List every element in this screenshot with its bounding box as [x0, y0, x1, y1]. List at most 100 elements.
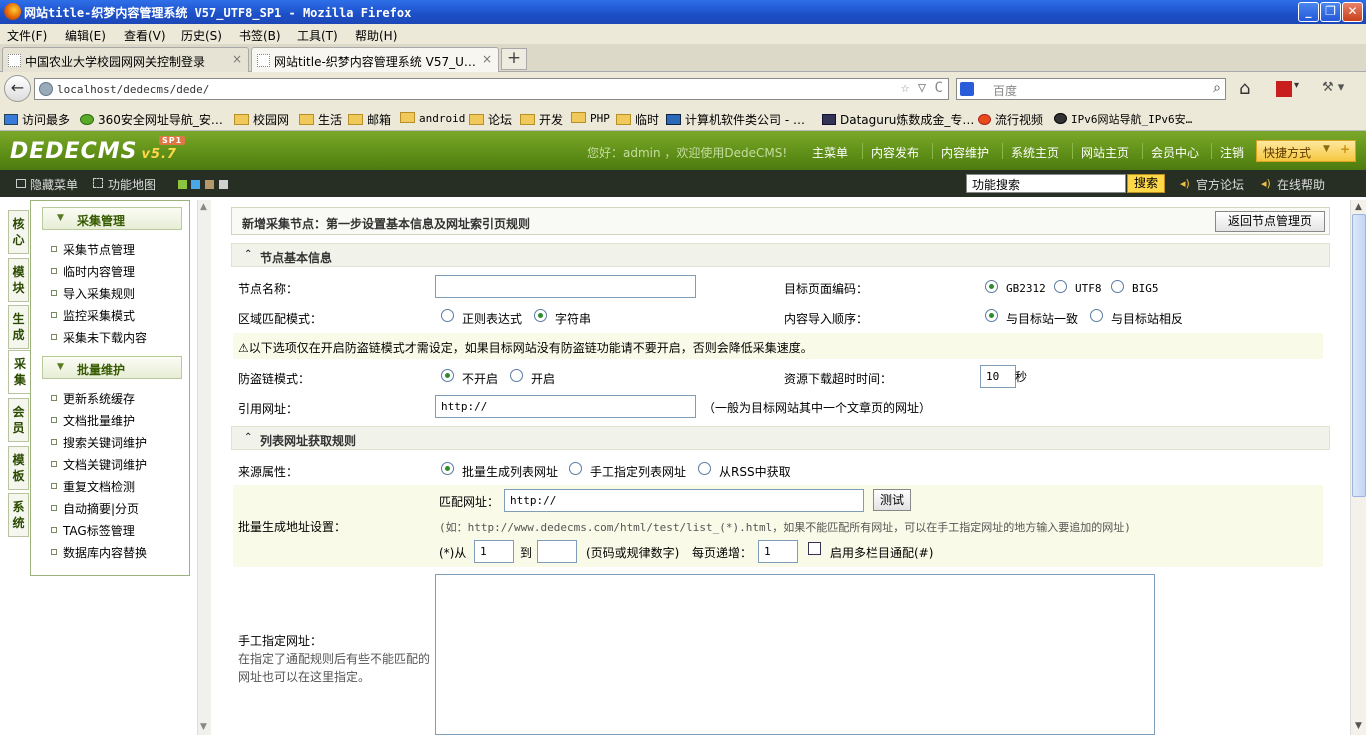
- section-list-url-rules[interactable]: ⌃ 列表网址获取规则: [231, 426, 1330, 450]
- search-engine-icon[interactable]: [960, 82, 974, 96]
- quick-links-button[interactable]: 快捷方式 ▼ +: [1256, 140, 1356, 162]
- menu-group-collect[interactable]: ▼ 采集管理: [42, 207, 182, 230]
- search-icon[interactable]: ⌕: [1213, 80, 1221, 96]
- menu-item-auto-summary[interactable]: 自动摘要|分页: [50, 500, 139, 517]
- online-help-link[interactable]: 在线帮助: [1277, 176, 1325, 193]
- menu-scrollbar[interactable]: ▲ ▼: [197, 200, 211, 735]
- home-icon[interactable]: ⌂: [1239, 78, 1250, 99]
- encoding-utf8-radio[interactable]: [1054, 280, 1067, 293]
- skin-brown[interactable]: [205, 180, 214, 189]
- match-url-input[interactable]: http://: [504, 489, 864, 512]
- menu-item-update-cache[interactable]: 更新系统缓存: [50, 390, 135, 407]
- step-input[interactable]: 1: [758, 540, 798, 563]
- official-forum-link[interactable]: 官方论坛: [1196, 176, 1244, 193]
- source-batch-radio[interactable]: [441, 462, 454, 475]
- menu-item-tag-manage[interactable]: TAG标签管理: [51, 522, 135, 539]
- hide-menu-button[interactable]: 隐藏菜单: [30, 176, 78, 193]
- section-basic-info[interactable]: ⌃ 节点基本信息: [231, 243, 1330, 267]
- bookmark-most-visited[interactable]: 访问最多: [4, 111, 70, 128]
- menu-item-db-replace[interactable]: 数据库内容替换: [50, 544, 147, 561]
- browser-tab-1[interactable]: 中国农业大学校园网网关控制登录 ×: [2, 47, 249, 72]
- tab-close-icon[interactable]: ×: [482, 52, 492, 66]
- nav-member-center[interactable]: 会员中心: [1151, 144, 1199, 161]
- tools-icon[interactable]: ⚒ ▾: [1322, 80, 1344, 95]
- menu-item-monitor-mode[interactable]: 监控采集模式: [50, 307, 135, 324]
- bookmark-folder-android[interactable]: android: [400, 111, 465, 125]
- bookmark-360[interactable]: 360安全网址导航_安…: [80, 111, 223, 128]
- close-window-button[interactable]: ✕: [1342, 2, 1363, 22]
- antileech-off-radio[interactable]: [441, 369, 454, 382]
- menu-item-node-manage[interactable]: 采集节点管理: [50, 241, 135, 258]
- menu-group-batch[interactable]: ▼ 批量维护: [42, 356, 182, 379]
- menu-help[interactable]: 帮助(H): [355, 27, 397, 44]
- nav-content-publish[interactable]: 内容发布: [871, 144, 919, 161]
- menu-edit[interactable]: 编辑(E): [65, 27, 106, 44]
- skin-green[interactable]: [178, 180, 187, 189]
- url-bar-icons[interactable]: ☆ ▽ C: [901, 80, 943, 96]
- vtab-template[interactable]: 模板: [8, 446, 29, 490]
- range-to-input[interactable]: [537, 540, 577, 563]
- nav-main-menu[interactable]: 主菜单: [812, 144, 848, 161]
- antileech-on-radio[interactable]: [510, 369, 523, 382]
- menu-item-duplicate-check[interactable]: 重复文档检测: [50, 478, 135, 495]
- bookmark-folder-forum[interactable]: 论坛: [469, 111, 512, 128]
- maximize-button[interactable]: ❐: [1320, 2, 1341, 22]
- test-button[interactable]: 测试: [873, 489, 911, 511]
- timeout-input[interactable]: 10: [980, 365, 1016, 388]
- menu-view[interactable]: 查看(V): [124, 27, 166, 44]
- nav-logout[interactable]: 注销: [1220, 144, 1244, 161]
- search-input[interactable]: 百度 ⌕: [956, 78, 1226, 100]
- menu-item-doc-batch[interactable]: 文档批量维护: [50, 412, 135, 429]
- tab-close-icon[interactable]: ×: [232, 52, 242, 66]
- encoding-gb2312-radio[interactable]: [985, 280, 998, 293]
- menu-history[interactable]: 历史(S): [181, 27, 222, 44]
- scroll-thumb[interactable]: [1352, 214, 1366, 497]
- skin-gray[interactable]: [219, 180, 228, 189]
- menu-item-doc-keywords[interactable]: 文档关键词维护: [50, 456, 147, 473]
- bookmark-folder-campus[interactable]: 校园网: [234, 111, 289, 128]
- bookmark-folder-temp[interactable]: 临时: [616, 111, 659, 128]
- menu-item-import-rules[interactable]: 导入采集规则: [50, 285, 135, 302]
- bookmark-videos[interactable]: 流行视频: [978, 111, 1043, 128]
- bookmark-folder-mail[interactable]: 邮箱: [348, 111, 391, 128]
- vtab-system[interactable]: 系统: [8, 493, 29, 537]
- node-name-input[interactable]: [435, 275, 696, 298]
- menu-item-temp-content[interactable]: 临时内容管理: [50, 263, 135, 280]
- menu-tools[interactable]: 工具(T): [297, 27, 338, 44]
- skin-blue[interactable]: [191, 180, 200, 189]
- url-bar[interactable]: localhost/dedecms/dede/ ☆ ▽ C: [34, 78, 949, 100]
- vtab-module[interactable]: 模块: [8, 258, 29, 302]
- menu-bookmarks[interactable]: 书签(B): [239, 27, 281, 44]
- encoding-big5-radio[interactable]: [1111, 280, 1124, 293]
- match-string-radio[interactable]: [534, 309, 547, 322]
- ref-url-input[interactable]: http://: [435, 395, 696, 418]
- addon-dropdown-icon[interactable]: ▾: [1294, 80, 1299, 91]
- source-rss-radio[interactable]: [698, 462, 711, 475]
- menu-item-undownloaded[interactable]: 采集未下载内容: [50, 329, 147, 346]
- bookmark-software-companies[interactable]: 计算机软件类公司 - …: [666, 111, 805, 128]
- new-tab-button[interactable]: +: [501, 48, 527, 70]
- source-manual-radio[interactable]: [569, 462, 582, 475]
- back-button[interactable]: ←: [4, 75, 31, 102]
- nav-system-home[interactable]: 系统主页: [1011, 144, 1059, 161]
- match-regex-radio[interactable]: [441, 309, 454, 322]
- function-map-button[interactable]: 功能地图: [108, 176, 156, 193]
- multi-column-checkbox[interactable]: [808, 542, 821, 555]
- nav-site-home[interactable]: 网站主页: [1081, 144, 1129, 161]
- vtab-member[interactable]: 会员: [8, 398, 29, 442]
- function-search-button[interactable]: 搜索: [1127, 174, 1165, 193]
- vtab-generate[interactable]: 生成: [8, 305, 29, 349]
- return-node-manage-button[interactable]: 返回节点管理页: [1215, 211, 1325, 232]
- nav-content-maintain[interactable]: 内容维护: [941, 144, 989, 161]
- bookmark-ipv6[interactable]: IPv6网站导航_IPv6安…: [1054, 111, 1192, 127]
- vtab-collect[interactable]: 采集: [8, 350, 32, 394]
- vtab-core[interactable]: 核心: [8, 210, 29, 254]
- bookmark-dataguru[interactable]: Dataguru炼数成金_专…: [822, 111, 974, 128]
- bookmark-folder-dev[interactable]: 开发: [520, 111, 563, 128]
- bookmark-folder-life[interactable]: 生活: [299, 111, 342, 128]
- main-scrollbar[interactable]: ▲ ▼: [1350, 200, 1366, 735]
- menu-file[interactable]: 文件(F): [7, 27, 47, 44]
- minimize-button[interactable]: _: [1298, 2, 1319, 22]
- range-from-input[interactable]: 1: [474, 540, 514, 563]
- menu-item-search-keywords[interactable]: 搜索关键词维护: [50, 434, 147, 451]
